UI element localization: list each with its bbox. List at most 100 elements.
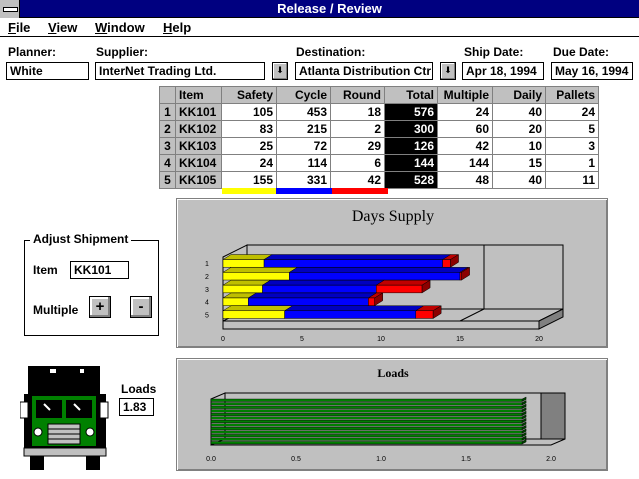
round-cell[interactable]: 29 — [330, 137, 385, 155]
decrease-multiple-button[interactable]: - — [130, 296, 152, 318]
cycle-cell[interactable]: 453 — [276, 103, 331, 121]
total-cell[interactable]: 300 — [384, 120, 438, 138]
table-row[interactable]: 2 KK102 83 215 2 300 60 20 5 — [159, 120, 599, 138]
loads-bar-stripe — [210, 416, 523, 420]
daily-cell[interactable]: 40 — [492, 103, 546, 121]
round-cell[interactable]: 18 — [330, 103, 385, 121]
table-row[interactable]: 1 KK101 105 453 18 576 24 40 24 — [159, 103, 599, 121]
pallets-cell[interactable]: 24 — [545, 103, 599, 121]
cycle-cell[interactable]: 215 — [276, 120, 331, 138]
bar-segment — [284, 310, 417, 319]
round-cell[interactable]: 2 — [330, 120, 385, 138]
round-cell[interactable]: 42 — [330, 171, 385, 189]
menu-window[interactable]: Window — [95, 20, 145, 35]
menu-view[interactable]: View — [48, 20, 77, 35]
column-header-pallets[interactable]: Pallets — [545, 86, 599, 104]
bar-segment — [376, 284, 423, 294]
column-header-round[interactable]: Round — [330, 86, 385, 104]
total-cell[interactable]: 126 — [384, 137, 438, 155]
chart-title: Loads — [377, 366, 409, 380]
planner-field[interactable]: White — [6, 62, 89, 80]
row-number[interactable]: 1 — [159, 103, 176, 121]
pallets-cell[interactable]: 1 — [545, 154, 599, 172]
total-cell[interactable]: 144 — [384, 154, 438, 172]
pallets-cell[interactable]: 3 — [545, 137, 599, 155]
total-cell[interactable]: 576 — [384, 103, 438, 121]
multiple-cell[interactable]: 48 — [437, 171, 493, 189]
due-date-field[interactable]: May 16, 1994 — [551, 62, 633, 80]
bar-top — [222, 254, 273, 260]
safety-cell[interactable]: 83 — [221, 120, 277, 138]
destination-label: Destination: — [296, 45, 366, 59]
system-menu-icon[interactable] — [0, 0, 20, 18]
loads-bar-stripe — [210, 398, 523, 402]
due-date-label: Due Date: — [553, 45, 610, 59]
pallets-cell[interactable]: 11 — [545, 171, 599, 189]
multiple-cell[interactable]: 60 — [437, 120, 493, 138]
menu-file[interactable]: File — [8, 20, 30, 35]
table-row[interactable]: 3 KK103 25 72 29 126 42 10 3 — [159, 137, 599, 155]
column-header-cycle[interactable]: Cycle — [276, 86, 331, 104]
window-title: Release / Review — [277, 1, 382, 16]
cycle-cell[interactable]: 331 — [276, 171, 331, 189]
adjust-shipment-group — [24, 240, 159, 336]
supplier-label: Supplier: — [96, 45, 149, 59]
down-arrow-icon: ⬇ — [276, 65, 284, 75]
daily-cell[interactable]: 40 — [492, 171, 546, 189]
destination-combo[interactable]: Atlanta Distribution Ctr — [295, 62, 433, 80]
menu-help[interactable]: Help — [163, 20, 191, 35]
pallets-cell[interactable]: 5 — [545, 120, 599, 138]
daily-cell[interactable]: 20 — [492, 120, 546, 138]
x-tick-label: 0.5 — [291, 456, 301, 463]
bar-segment — [248, 297, 369, 306]
safety-cell[interactable]: 25 — [221, 137, 277, 155]
loads-bar-stripe — [210, 405, 523, 409]
safety-cell[interactable]: 155 — [221, 171, 277, 189]
item-field[interactable]: KK101 — [70, 261, 129, 279]
cycle-cell[interactable]: 114 — [276, 154, 331, 172]
safety-cell[interactable]: 24 — [221, 154, 277, 172]
column-header-total[interactable]: Total — [384, 86, 438, 104]
item-cell[interactable]: KK102 — [175, 120, 222, 138]
increase-multiple-button[interactable]: + — [89, 296, 111, 318]
column-header-safety[interactable]: Safety — [221, 86, 277, 104]
loads-bar-stripe — [210, 409, 523, 413]
bar-top — [263, 254, 452, 260]
daily-cell[interactable]: 10 — [492, 137, 546, 155]
row-number[interactable]: 4 — [159, 154, 176, 172]
multiple-cell[interactable]: 144 — [437, 154, 493, 172]
bar-segment — [415, 310, 434, 319]
item-cell[interactable]: KK104 — [175, 154, 222, 172]
row-number[interactable]: 5 — [159, 171, 176, 189]
column-header-daily[interactable]: Daily — [492, 86, 546, 104]
destination-dropdown-button[interactable]: ⬇ — [440, 62, 456, 80]
bar-segment — [222, 310, 285, 319]
table-row[interactable]: 5 KK105 155 331 42 528 48 40 11 — [159, 171, 599, 189]
column-header-item[interactable]: Item — [175, 86, 222, 104]
category-label: 5 — [205, 312, 209, 319]
bar-segment — [262, 284, 377, 294]
column-header-multiple[interactable]: Multiple — [437, 86, 493, 104]
ship-date-field[interactable]: Apr 18, 1994 — [462, 62, 544, 80]
supplier-combo[interactable]: InterNet Trading Ltd. — [95, 62, 265, 80]
x-tick-label: 5 — [300, 336, 304, 343]
loads-bar-stripe — [210, 434, 523, 438]
total-cell[interactable]: 528 — [384, 171, 438, 189]
safety-cell[interactable]: 105 — [221, 103, 277, 121]
row-number[interactable]: 3 — [159, 137, 176, 155]
table-corner — [159, 86, 176, 104]
row-number[interactable]: 2 — [159, 120, 176, 138]
multiple-cell[interactable]: 42 — [437, 137, 493, 155]
item-cell[interactable]: KK103 — [175, 137, 222, 155]
item-cell[interactable]: KK101 — [175, 103, 222, 121]
daily-cell[interactable]: 15 — [492, 154, 546, 172]
round-cell[interactable]: 6 — [330, 154, 385, 172]
table-row[interactable]: 4 KK104 24 114 6 144 144 15 1 — [159, 154, 599, 172]
safety-color-strip — [222, 188, 276, 194]
supplier-dropdown-button[interactable]: ⬇ — [272, 62, 288, 80]
x-tick-label: 20 — [535, 336, 543, 343]
multiple-cell[interactable]: 24 — [437, 103, 493, 121]
item-cell[interactable]: KK105 — [175, 171, 222, 189]
cycle-cell[interactable]: 72 — [276, 137, 331, 155]
loads-bar-stripe — [210, 423, 523, 427]
